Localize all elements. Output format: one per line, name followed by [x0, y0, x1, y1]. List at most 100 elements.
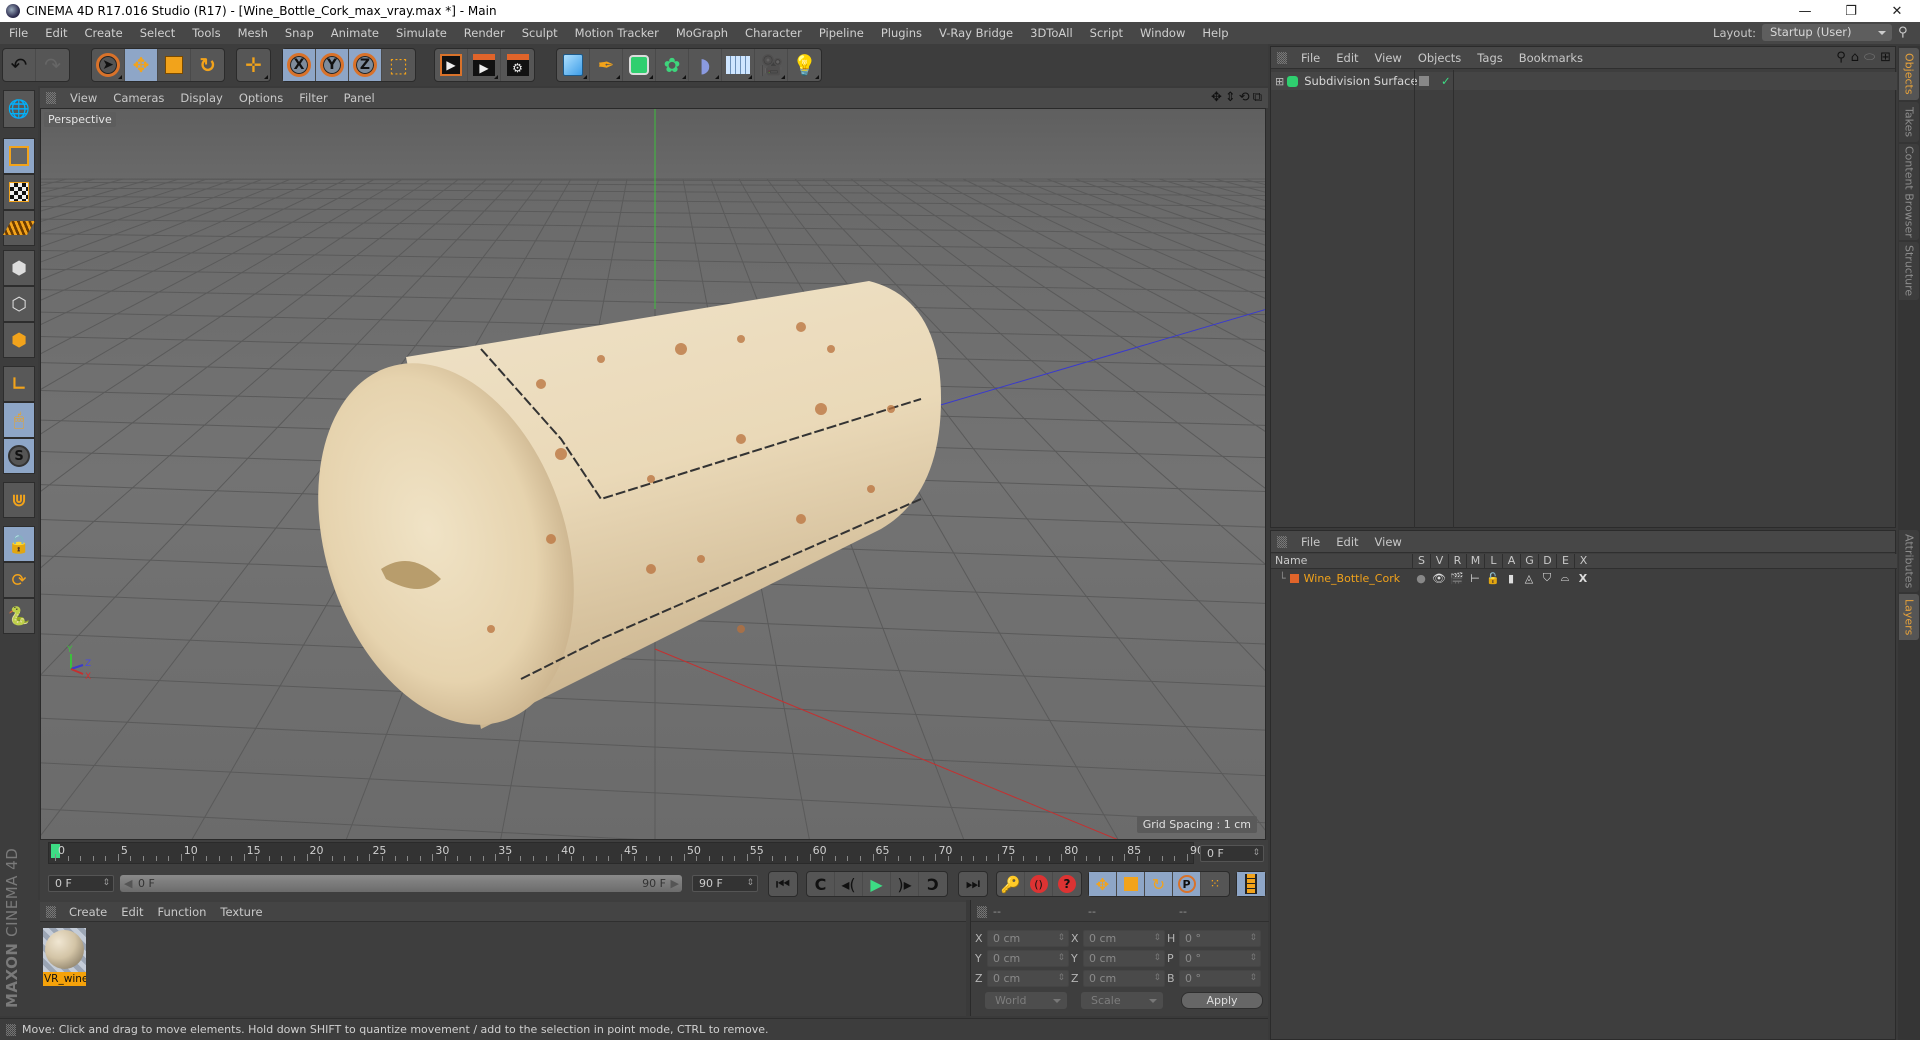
redo-button[interactable]: ↷: [36, 49, 69, 81]
material-menu-create[interactable]: Create: [62, 905, 114, 919]
camera-button[interactable]: 🎥: [755, 49, 788, 81]
polygons-mode-button[interactable]: ⬢: [3, 322, 35, 358]
expand-icon[interactable]: ⊞: [1275, 75, 1284, 88]
menu-plugins[interactable]: Plugins: [872, 26, 930, 40]
restore-button[interactable]: ❐: [1828, 0, 1874, 22]
tab-attributes[interactable]: Attributes: [1899, 530, 1919, 592]
model-mode-button[interactable]: [3, 138, 35, 174]
cloner-button[interactable]: ✿: [656, 49, 689, 81]
size-mode-dropdown[interactable]: Scale: [1081, 992, 1163, 1009]
menu-vray-bridge[interactable]: V-Ray Bridge: [930, 26, 1021, 40]
preview-range-slider[interactable]: ◀ 0 F 90 F ▶: [120, 875, 682, 892]
menu-tools[interactable]: Tools: [183, 26, 228, 40]
home-icon[interactable]: ⌂: [1851, 50, 1859, 65]
z-axis-lock-button[interactable]: Z: [349, 49, 382, 81]
texture-mode-button[interactable]: [3, 174, 35, 210]
timeline-button[interactable]: [1237, 872, 1265, 896]
new-panel-icon[interactable]: ⊞: [1880, 50, 1891, 65]
live-selection-button[interactable]: ➤: [92, 49, 125, 81]
deformer-button[interactable]: ◗: [689, 49, 722, 81]
manager-toggle-icon[interactable]: ⊢: [1466, 572, 1484, 585]
workplane-mode-button[interactable]: [2, 210, 36, 246]
column-animation[interactable]: A: [1502, 554, 1520, 568]
end-frame-field[interactable]: 90 F: [692, 875, 758, 892]
expressions-toggle-icon[interactable]: ⌓: [1556, 571, 1574, 585]
previous-frame-button[interactable]: ◂(: [835, 872, 863, 896]
size-z-field[interactable]: 0 cm: [1083, 970, 1165, 987]
menu-help[interactable]: Help: [1193, 26, 1236, 40]
x-axis-lock-button[interactable]: X: [283, 49, 316, 81]
rotation-p-field[interactable]: 0 °: [1179, 950, 1261, 967]
material-menu-texture[interactable]: Texture: [213, 905, 269, 919]
viewport-menu-panel[interactable]: Panel: [336, 91, 383, 105]
viewport-menu-cameras[interactable]: Cameras: [105, 91, 172, 105]
menu-snap[interactable]: Snap: [276, 26, 322, 40]
tab-objects[interactable]: Objects: [1899, 48, 1919, 100]
range-left-arrow-icon[interactable]: ◀: [124, 875, 132, 892]
light-button[interactable]: 💡: [788, 49, 821, 81]
position-track-button[interactable]: ✥: [1089, 872, 1117, 896]
layer-color-swatch[interactable]: [1289, 573, 1299, 583]
next-key-button[interactable]: Ↄ: [919, 872, 947, 896]
point-level-button[interactable]: ⁙: [1201, 872, 1229, 896]
column-expressions[interactable]: E: [1556, 554, 1574, 568]
object-menu-tags[interactable]: Tags: [1469, 51, 1510, 65]
python-button[interactable]: 🐍: [3, 598, 35, 634]
column-view[interactable]: V: [1430, 554, 1448, 568]
coordinate-system-button[interactable]: ⬚: [382, 49, 415, 81]
object-menu-edit[interactable]: Edit: [1328, 51, 1366, 65]
menu-mesh[interactable]: Mesh: [229, 26, 276, 40]
undo-button[interactable]: ↶: [3, 49, 36, 81]
render-view-button[interactable]: ▶: [435, 49, 468, 81]
record-button[interactable]: (): [1025, 872, 1053, 896]
lock-workplane-button[interactable]: 🔒: [3, 526, 35, 562]
menu-character[interactable]: Character: [736, 26, 810, 40]
render-settings-button[interactable]: ⚙: [501, 49, 534, 81]
column-name[interactable]: Name: [1271, 554, 1412, 568]
column-locked[interactable]: L: [1484, 554, 1502, 568]
layer-menu-edit[interactable]: Edit: [1328, 535, 1366, 549]
viewport-menu-options[interactable]: Options: [231, 91, 291, 105]
menu-mograph[interactable]: MoGraph: [667, 26, 736, 40]
solo-toggle-icon[interactable]: ●: [1412, 572, 1430, 585]
start-frame-field[interactable]: 0 F: [48, 875, 114, 892]
minimize-button[interactable]: —: [1782, 0, 1828, 22]
move-view-icon[interactable]: ✥: [1211, 90, 1222, 105]
dolly-view-icon[interactable]: ⇕: [1225, 90, 1236, 105]
play-button[interactable]: ▶: [863, 872, 891, 896]
edit-toggle-icon[interactable]: [1419, 76, 1429, 86]
apply-button[interactable]: Apply: [1181, 992, 1263, 1009]
search-icon[interactable]: ⚲: [1836, 50, 1846, 65]
scale-button[interactable]: [158, 49, 191, 81]
tab-content-browser[interactable]: Content Browser: [1899, 144, 1919, 240]
next-frame-button[interactable]: )▸: [891, 872, 919, 896]
size-x-field[interactable]: 0 cm: [1083, 930, 1165, 947]
snap-button[interactable]: ⋓: [3, 482, 35, 518]
pen-button[interactable]: ✒: [590, 49, 623, 81]
object-row[interactable]: ⊞ Subdivision Surface ✓: [1271, 72, 1897, 90]
menu-3dtoall[interactable]: 3DToAll: [1021, 26, 1081, 40]
rotation-b-field[interactable]: 0 °: [1179, 970, 1261, 987]
subdivision-surface-button[interactable]: [623, 49, 656, 81]
object-menu-objects[interactable]: Objects: [1410, 51, 1469, 65]
column-manager[interactable]: M: [1466, 554, 1484, 568]
column-generators[interactable]: G: [1520, 554, 1538, 568]
autokeying-button[interactable]: ?: [1053, 872, 1081, 896]
tab-takes[interactable]: Takes: [1899, 102, 1919, 142]
viewport-menu-filter[interactable]: Filter: [291, 91, 335, 105]
layer-row[interactable]: └ Wine_Bottle_Cork ● 👁 🎬 ⊢ 🔓 ▮ ◬ ⛉ ⌓ X: [1271, 570, 1897, 586]
range-right-arrow-icon[interactable]: ▶: [671, 875, 679, 892]
material-menu-function[interactable]: Function: [151, 905, 214, 919]
search-icon[interactable]: ⚲: [1898, 25, 1914, 41]
size-y-field[interactable]: 0 cm: [1083, 950, 1165, 967]
menu-simulate[interactable]: Simulate: [387, 26, 455, 40]
layer-menu-view[interactable]: View: [1367, 535, 1410, 549]
go-to-end-button[interactable]: ⏭: [959, 872, 987, 896]
cube-button[interactable]: [557, 49, 590, 81]
object-menu-file[interactable]: File: [1293, 51, 1328, 65]
column-solo[interactable]: S: [1412, 554, 1430, 568]
menu-create[interactable]: Create: [76, 26, 131, 40]
make-editable-button[interactable]: 🌐: [3, 90, 35, 128]
menu-edit[interactable]: Edit: [36, 26, 75, 40]
menu-script[interactable]: Script: [1081, 26, 1131, 40]
